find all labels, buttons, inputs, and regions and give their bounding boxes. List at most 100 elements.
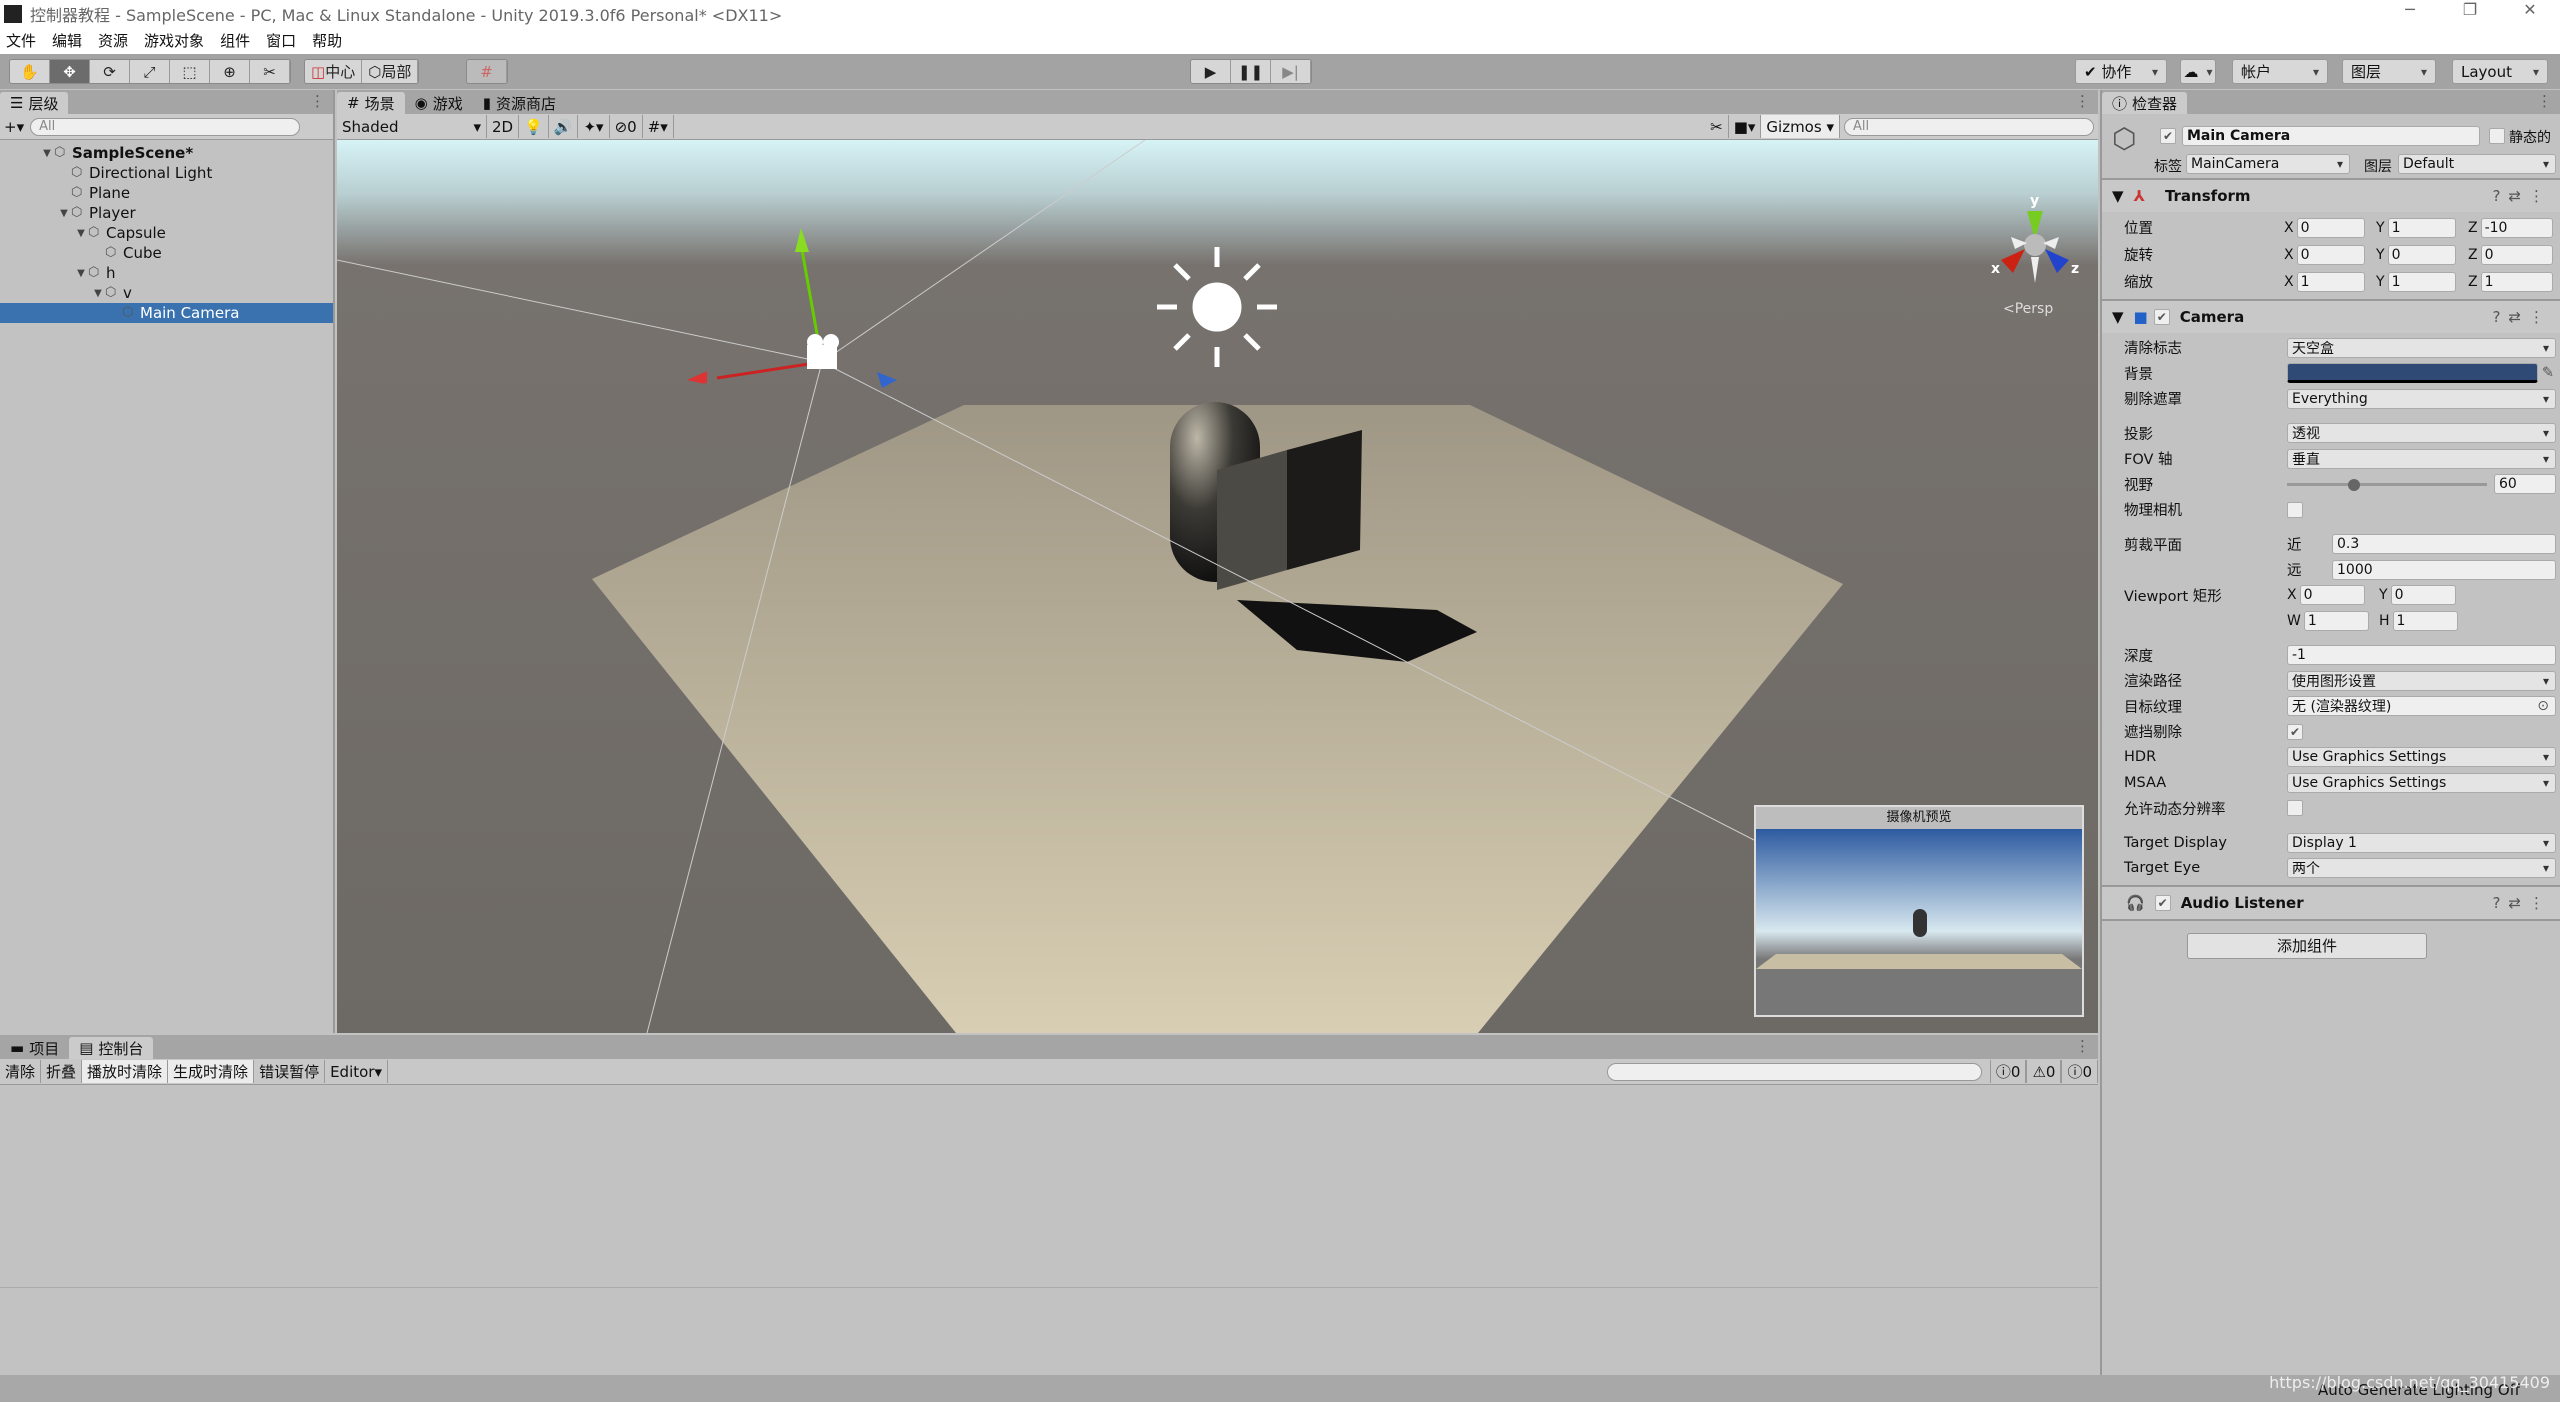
move-tool-icon[interactable]: ✥ <box>50 60 90 83</box>
slider-handle[interactable] <box>2348 478 2361 491</box>
tab-scene[interactable]: # 场景 <box>337 92 405 114</box>
grid-snap-icon[interactable]: # <box>467 60 507 83</box>
shading-dropdown[interactable]: Shaded ▾ <box>337 115 487 138</box>
scene-search-input[interactable]: All <box>1844 117 2094 136</box>
minimize-button[interactable]: ─ <box>2380 0 2440 19</box>
tab-console[interactable]: ▤ 控制台 <box>69 1037 154 1059</box>
panel-menu-icon[interactable]: ⋮ <box>2537 92 2552 110</box>
menu-edit[interactable]: 编辑 <box>52 30 82 51</box>
value-input[interactable]: 1 <box>2387 217 2456 238</box>
value-input[interactable]: 1 <box>2480 271 2553 292</box>
pivot-local-button[interactable]: ⬡ 局部 <box>362 60 419 83</box>
object-picker-icon[interactable]: ⊙ <box>2537 698 2549 714</box>
property-dropdown[interactable]: 透视 <box>2287 423 2556 444</box>
property-dropdown[interactable]: Use Graphics Settings <box>2287 772 2556 793</box>
hierarchy-item[interactable]: ▼ ⬡ Capsule <box>0 223 333 243</box>
tab-game[interactable]: ◉ 游戏 <box>405 92 473 114</box>
value-input[interactable]: 0 <box>2387 244 2456 265</box>
hierarchy-item[interactable]: ⬡ Main Camera <box>0 303 333 323</box>
property-dropdown[interactable]: 天空盒 <box>2287 337 2556 358</box>
camera-header[interactable]: ▼ ■ ✔ Camera ?⇄⋮ <box>2102 299 2560 333</box>
property-checkbox[interactable]: ✔ <box>2287 723 2303 740</box>
layout-dropdown[interactable]: Layout <box>2452 59 2548 84</box>
editor-dropdown[interactable]: Editor ▾ <box>325 1060 389 1083</box>
object-name-input[interactable]: Main Camera <box>2182 126 2480 146</box>
value-input[interactable]: 1 <box>2387 271 2456 292</box>
rect-tool-icon[interactable]: ⬚ <box>170 60 210 83</box>
panel-menu-icon[interactable]: ⋮ <box>310 92 325 110</box>
play-button[interactable]: ▶ <box>1191 60 1231 83</box>
clip-plane-input[interactable]: 0.3 <box>2332 534 2556 555</box>
pause-button[interactable]: ❚❚ <box>1231 60 1271 83</box>
scene-viewport[interactable]: x z y <Persp 摄像机预览 <box>337 140 2098 1033</box>
value-input[interactable]: 0 <box>2296 244 2365 265</box>
panel-menu-icon[interactable]: ⋮ <box>2075 1037 2090 1055</box>
property-dropdown[interactable]: 使用图形设置 <box>2287 670 2556 691</box>
collab-dropdown[interactable]: ✔ 协作 <box>2075 59 2167 84</box>
persp-label[interactable]: <Persp <box>2003 301 2053 317</box>
slider-value-input[interactable]: 60 <box>2494 474 2556 495</box>
property-checkbox[interactable] <box>2287 800 2303 817</box>
eyedropper-icon[interactable]: ✎ <box>2542 365 2554 381</box>
slider-track[interactable] <box>2287 482 2487 486</box>
menu-file[interactable]: 文件 <box>6 30 36 51</box>
hierarchy-item[interactable]: ▼ ⬡ h <box>0 263 333 283</box>
expand-arrow-icon[interactable]: ▼ <box>40 148 54 159</box>
menu-component[interactable]: 组件 <box>220 30 250 51</box>
active-checkbox[interactable]: ✔ <box>2160 128 2176 144</box>
console-search-input[interactable] <box>1606 1062 1982 1081</box>
value-input[interactable]: 0 <box>2299 585 2365 606</box>
pivot-center-button[interactable]: ◫ 中心 <box>305 60 363 83</box>
tab-hierarchy[interactable]: ☰ 层级 <box>0 92 69 114</box>
hierarchy-item[interactable]: ▼ ⬡ SampleScene* <box>0 143 333 163</box>
camera-dropdown-icon[interactable]: ■▾ <box>1729 115 1762 138</box>
hierarchy-item[interactable]: ▼ ⬡ v <box>0 283 333 303</box>
hierarchy-search-input[interactable]: All <box>30 117 301 136</box>
value-input[interactable]: 0 <box>2480 244 2553 265</box>
panel-menu-icon[interactable]: ⋮ <box>2075 92 2090 110</box>
value-input[interactable]: 1 <box>2296 271 2365 292</box>
grid-dropdown-icon[interactable]: #▾ <box>643 115 674 138</box>
tab-asset-store[interactable]: ▮ 资源商店 <box>473 92 566 114</box>
account-dropdown[interactable]: 帐户 <box>2232 59 2328 84</box>
cloud-button[interactable]: ☁ <box>2180 59 2216 84</box>
property-checkbox[interactable] <box>2287 501 2303 518</box>
info-count-toggle[interactable]: ⓘ 0 <box>1989 1060 2027 1083</box>
maximize-button[interactable]: ❐ <box>2440 0 2500 19</box>
hierarchy-item[interactable]: ⬡ Directional Light <box>0 163 333 183</box>
menu-gameobject[interactable]: 游戏对象 <box>144 30 204 51</box>
warn-count-toggle[interactable]: ⚠ 0 <box>2026 1060 2062 1083</box>
2d-toggle[interactable]: 2D <box>487 115 520 138</box>
menu-assets[interactable]: 资源 <box>98 30 128 51</box>
property-input[interactable]: -1 <box>2287 645 2556 666</box>
tab-project[interactable]: ▬ 项目 <box>0 1037 69 1059</box>
close-button[interactable]: ✕ <box>2500 0 2560 19</box>
object-field[interactable]: 无 (渲染器纹理) ⊙ <box>2287 696 2556 717</box>
console-button[interactable]: 播放时清除 <box>82 1060 169 1083</box>
console-button[interactable]: 清除 <box>0 1060 42 1083</box>
error-count-toggle[interactable]: ⓘ 0 <box>2061 1060 2098 1083</box>
expand-arrow-icon[interactable]: ▼ <box>74 228 88 239</box>
expand-arrow-icon[interactable]: ▼ <box>57 208 71 219</box>
camera-enabled-checkbox[interactable]: ✔ <box>2153 309 2170 325</box>
menu-help[interactable]: 帮助 <box>312 30 342 51</box>
rotate-tool-icon[interactable]: ⟳ <box>90 60 130 83</box>
tab-inspector[interactable]: ⓘ 检查器 <box>2102 92 2188 114</box>
hierarchy-item[interactable]: ⬡ Cube <box>0 243 333 263</box>
step-button[interactable]: ▶| <box>1271 60 1311 83</box>
transform-header[interactable]: ▼ ⅄ Transform ?⇄⋮ <box>2102 178 2560 212</box>
add-component-button[interactable]: 添加组件 <box>2187 933 2427 959</box>
custom-tool-icon[interactable]: ✂ <box>250 60 290 83</box>
console-button[interactable]: 生成时清除 <box>168 1060 255 1083</box>
layers-dropdown[interactable]: 图层 <box>2342 59 2436 84</box>
color-field[interactable] <box>2287 363 2538 384</box>
tools-icon[interactable]: ✂ <box>1705 115 1729 138</box>
expand-arrow-icon[interactable]: ▼ <box>74 268 88 279</box>
audio-toggle-icon[interactable]: 🔊 <box>549 115 579 138</box>
clip-plane-input[interactable]: 1000 <box>2332 559 2556 580</box>
expand-arrow-icon[interactable]: ▼ <box>91 288 105 299</box>
value-input[interactable]: 0 <box>2390 585 2456 606</box>
lighting-toggle-icon[interactable]: 💡 <box>519 115 549 138</box>
static-checkbox[interactable] <box>2489 128 2505 144</box>
value-input[interactable]: 0 <box>2296 217 2365 238</box>
